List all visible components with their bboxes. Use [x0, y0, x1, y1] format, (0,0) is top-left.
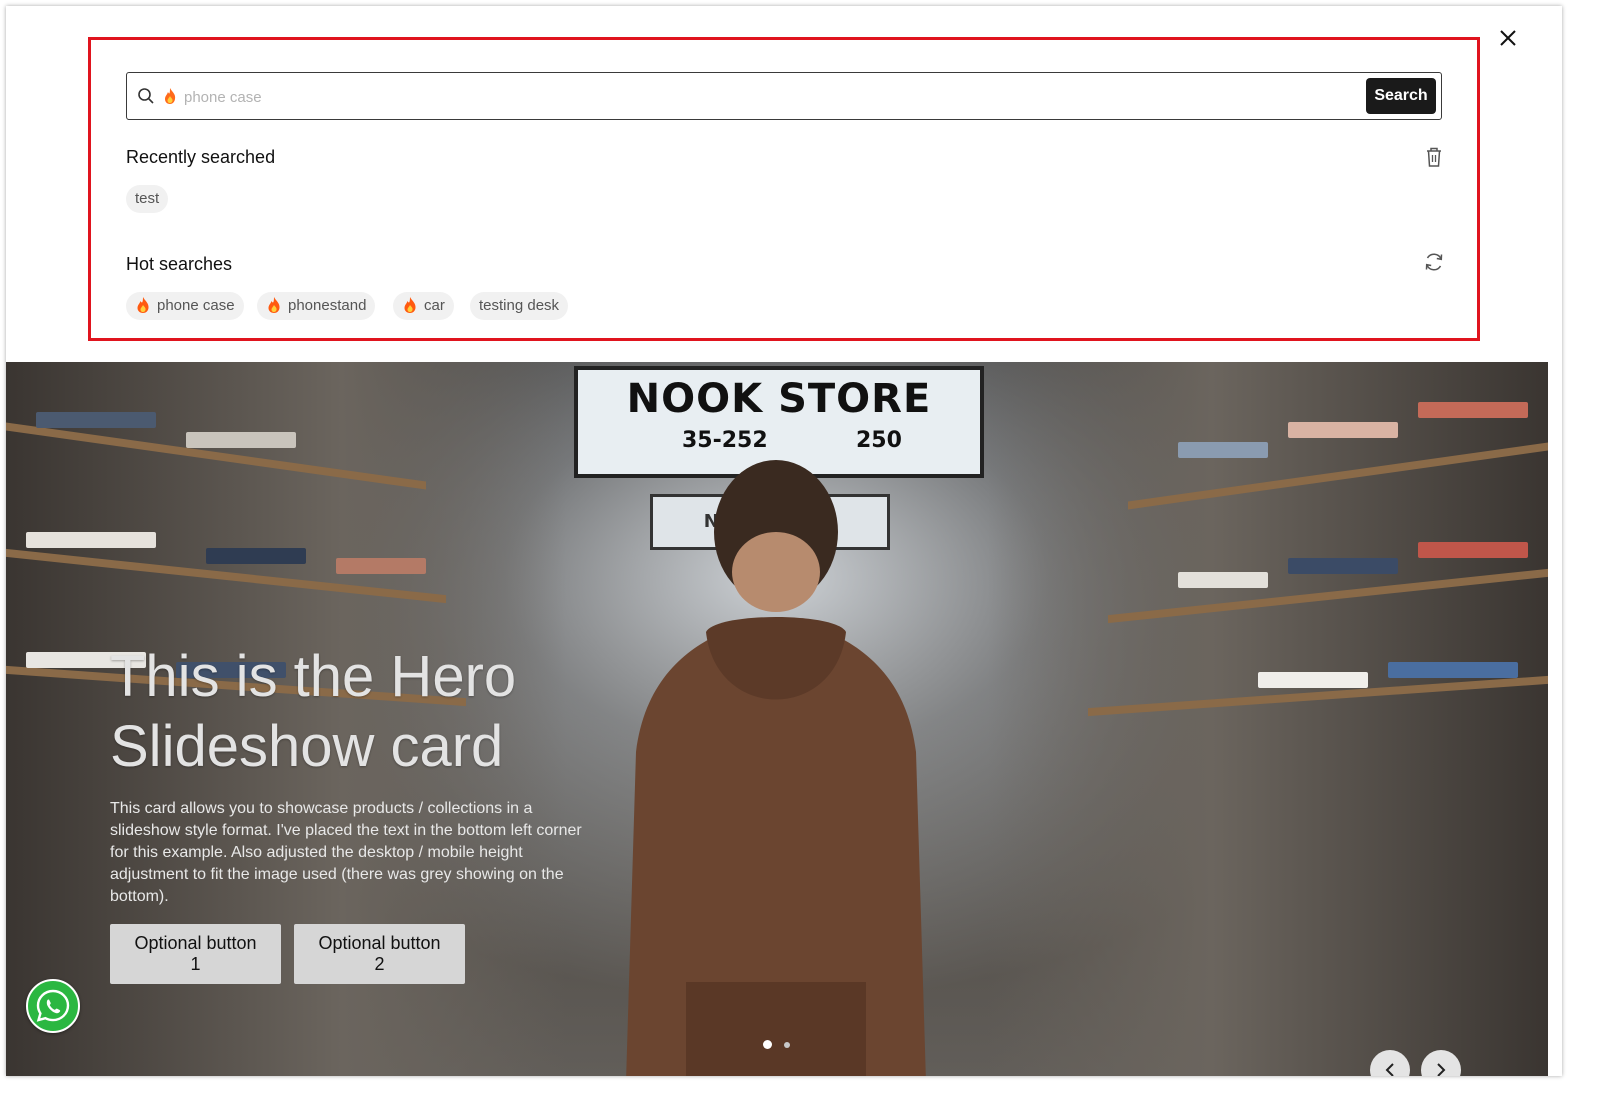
hot-flame-icon: [137, 297, 149, 313]
browser-viewport: Search Recently searched test Hot search…: [6, 6, 1562, 1076]
next-slide-button[interactable]: [1421, 1050, 1461, 1076]
optional-button-2[interactable]: Optional button 2: [294, 924, 465, 984]
search-button[interactable]: Search: [1366, 78, 1436, 114]
trash-icon[interactable]: [1424, 146, 1444, 168]
store-sign-text: NOOK STORE: [626, 376, 932, 422]
search-icon: [138, 88, 154, 104]
prev-slide-button[interactable]: [1370, 1050, 1410, 1076]
hot-flame-icon: [268, 297, 280, 313]
refresh-icon[interactable]: [1423, 251, 1445, 273]
close-icon[interactable]: [1496, 26, 1520, 50]
hero-title-line: Slideshow card: [110, 714, 504, 779]
hero-title-line: This is the Hero: [110, 644, 517, 709]
search-overlay: Search Recently searched test Hot search…: [6, 6, 1562, 362]
chip-label: car: [424, 297, 445, 314]
hot-search-chip[interactable]: phonestand: [257, 292, 376, 320]
chevron-right-icon: [1437, 1063, 1446, 1076]
slide-dot[interactable]: [784, 1042, 790, 1048]
slide-dot-active[interactable]: [763, 1040, 772, 1049]
chip-label: phone case: [157, 297, 235, 314]
recent-search-chip[interactable]: test: [126, 185, 169, 213]
hot-flame-icon: [404, 297, 416, 313]
hero-description: This card allows you to showcase product…: [110, 800, 582, 905]
chip-label: test: [135, 190, 160, 207]
recently-searched-title: Recently searched: [126, 147, 276, 167]
hot-searches-title: Hot searches: [126, 254, 233, 274]
chip-label: phonestand: [288, 297, 367, 314]
chip-label: testing desk: [479, 297, 560, 314]
store-shelves-right: [988, 362, 1548, 1076]
hot-search-chip[interactable]: phone case: [126, 292, 244, 320]
hero-text-block: This is the Hero Slideshow card This car…: [110, 642, 630, 908]
hero-title: This is the Hero Slideshow card: [110, 642, 630, 782]
hero-slideshow: NOOK STORE 35-252 250 NOOK STORE This is…: [6, 362, 1548, 1076]
search-input[interactable]: [182, 81, 1356, 113]
whatsapp-icon: [36, 989, 70, 1022]
hot-flame-icon: [165, 88, 176, 104]
hot-search-chip[interactable]: testing desk: [470, 292, 569, 320]
search-bar: Search: [126, 72, 1442, 120]
whatsapp-chat-button[interactable]: [26, 979, 80, 1033]
chevron-left-icon: [1385, 1063, 1394, 1076]
optional-button-1[interactable]: Optional button 1: [110, 924, 281, 984]
hot-search-chip[interactable]: car: [393, 292, 454, 320]
